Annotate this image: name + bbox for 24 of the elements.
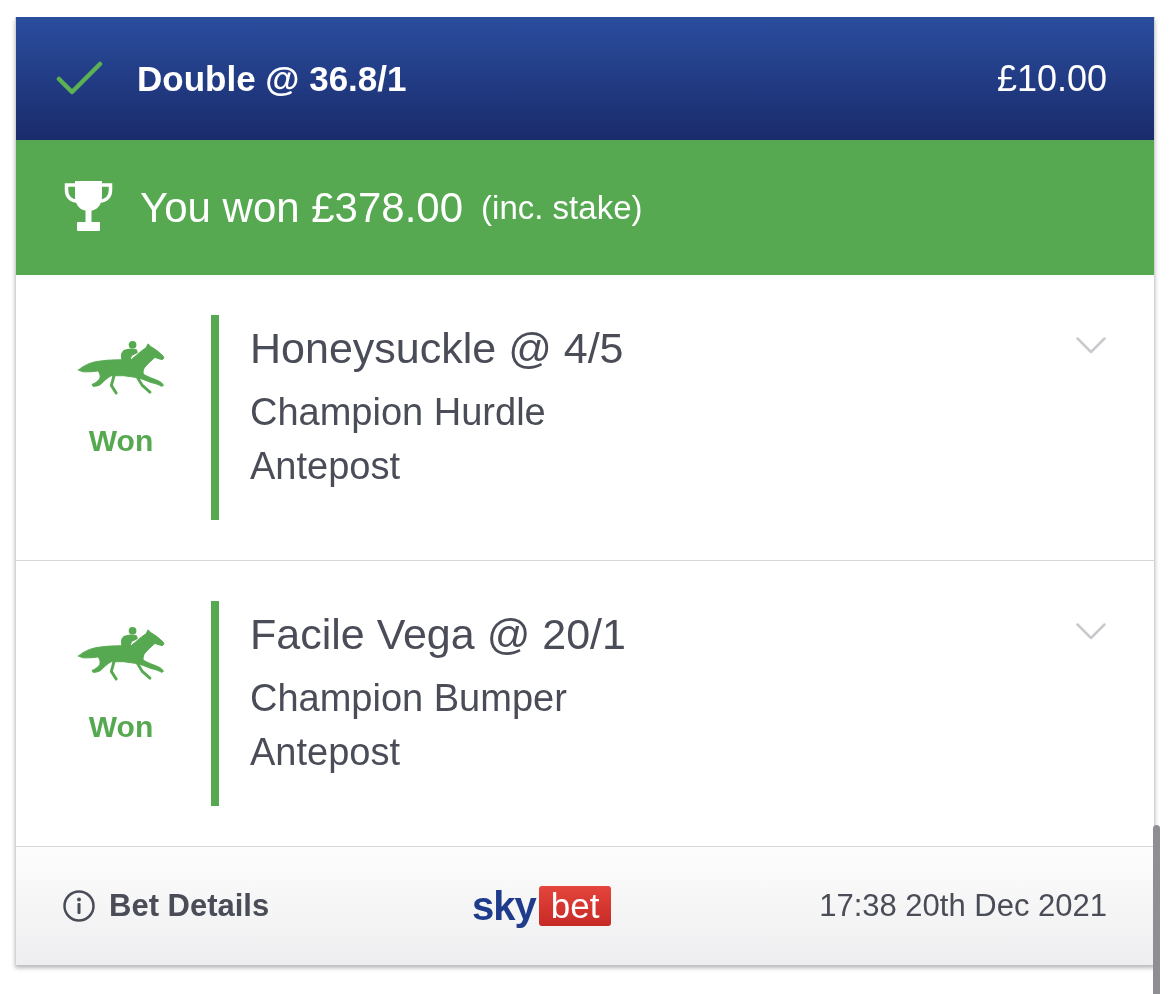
logo-wordmark: sky [472,886,536,926]
racehorse-icon [76,626,166,682]
market-name: Antepost [250,730,401,775]
logo-badge: bet [538,886,612,926]
bet-title: Double @ 36.8/1 [137,58,407,99]
stake-amount: £10.00 [996,57,1107,100]
trophy-icon [63,178,114,233]
bet-details-link[interactable]: Bet Details [63,888,270,924]
stake-note: (inc. stake) [481,188,643,227]
market-name: Antepost [250,444,401,489]
event-name: Champion Hurdle [250,390,547,435]
chevron-down-icon[interactable] [1076,337,1106,354]
result-label: Won [88,709,154,745]
scrollbar-thumb[interactable] [1153,825,1160,994]
winnings-text: You won £378.00 [140,183,464,232]
bet-timestamp: 17:38 20th Dec 2021 [819,888,1107,924]
chevron-down-icon[interactable] [1076,623,1106,640]
racehorse-icon [76,340,166,396]
result-label: Won [88,423,154,459]
selection-name: Facile Vega @ 20/1 [250,609,627,660]
check-icon [56,60,103,97]
info-icon [63,890,95,922]
selection-name: Honeysuckle @ 4/5 [250,323,625,374]
event-name: Champion Bumper [250,676,568,721]
